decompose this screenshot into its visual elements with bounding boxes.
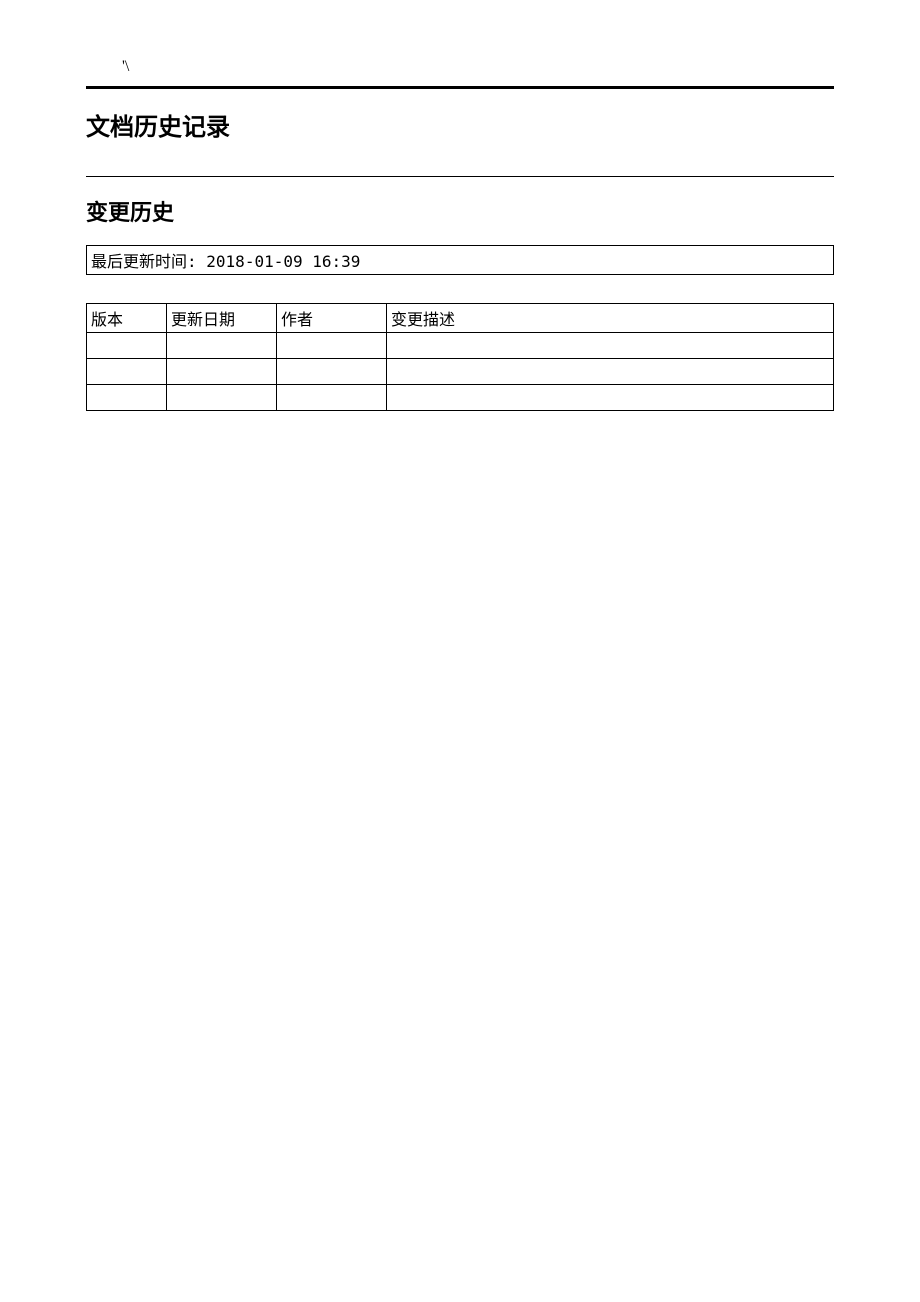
table-header-row: 版本 更新日期 作者 变更描述 xyxy=(87,304,834,333)
cell-author xyxy=(277,359,387,385)
cell-desc xyxy=(387,359,834,385)
cell-author xyxy=(277,333,387,359)
section-divider xyxy=(86,176,834,177)
header-mark: '\ xyxy=(86,58,834,86)
cell-author xyxy=(277,385,387,411)
history-table: 版本 更新日期 作者 变更描述 xyxy=(86,303,834,411)
col-header-author: 作者 xyxy=(277,304,387,333)
table-row xyxy=(87,333,834,359)
col-header-desc: 变更描述 xyxy=(387,304,834,333)
page-title: 文档历史记录 xyxy=(86,107,834,142)
cell-version xyxy=(87,385,167,411)
cell-version xyxy=(87,333,167,359)
cell-desc xyxy=(387,333,834,359)
cell-desc xyxy=(387,385,834,411)
cell-date xyxy=(167,333,277,359)
cell-date xyxy=(167,359,277,385)
table-row xyxy=(87,385,834,411)
cell-version xyxy=(87,359,167,385)
document-page: '\ 文档历史记录 变更历史 最后更新时间: 2018-01-09 16:39 … xyxy=(0,0,920,411)
col-header-date: 更新日期 xyxy=(167,304,277,333)
section-title: 变更历史 xyxy=(86,195,834,227)
cell-date xyxy=(167,385,277,411)
last-update-label: 最后更新时间: xyxy=(91,252,197,271)
last-update-value: 2018-01-09 16:39 xyxy=(206,252,360,271)
last-update-box: 最后更新时间: 2018-01-09 16:39 xyxy=(86,245,834,275)
col-header-version: 版本 xyxy=(87,304,167,333)
table-row xyxy=(87,359,834,385)
header-divider xyxy=(86,86,834,89)
